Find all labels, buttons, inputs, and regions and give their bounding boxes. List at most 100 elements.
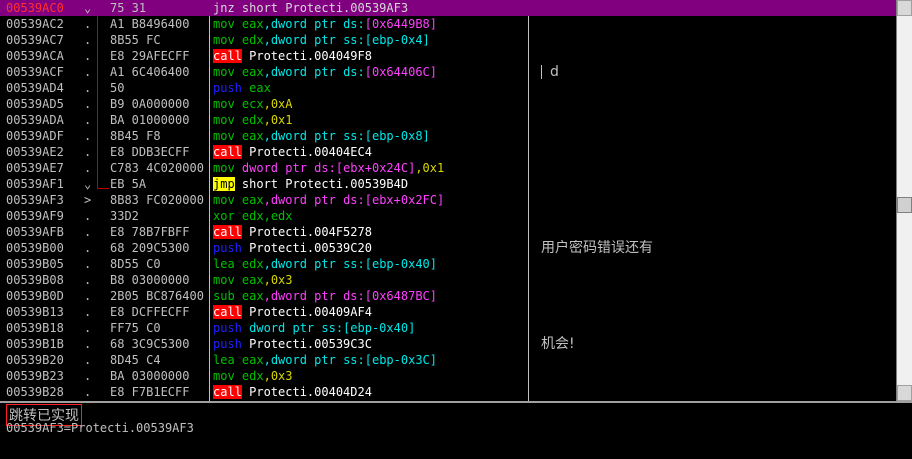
comment-cell — [541, 128, 891, 144]
jump-marker: . — [84, 369, 92, 383]
vertical-scrollbar[interactable] — [896, 0, 912, 401]
disassembly-cell: lea edx,dword ptr ss:[ebp-0x40] — [213, 256, 527, 272]
disasm-row[interactable]: 00539AD4. 50 push eax — [0, 80, 896, 96]
disassembly-cell: mov eax,dword ptr ss:[ebp-0x8] — [213, 128, 527, 144]
disasm-row[interactable]: 00539B00. 68 209C5300 push Protecti.00539C… — [0, 240, 896, 256]
address-cell: 00539AE2 — [6, 145, 64, 159]
disasm-row[interactable]: 00539B20. 8D45 C4 lea eax,dword ptr ss:[eb… — [0, 352, 896, 368]
disassembly-cell: mov edx,0x3 — [213, 368, 527, 384]
jump-marker: . — [84, 129, 92, 143]
disasm-row[interactable]: 00539AF3 >8B83 FC020000 mov eax,dword ptr … — [0, 192, 896, 208]
hex-bytes-cell: 68 209C5300 — [110, 241, 190, 255]
address-cell: 00539AFB — [6, 225, 64, 239]
instruction-token: eax — [234, 353, 264, 367]
disassembly-cell: push Protecti.00539C20 — [213, 240, 527, 256]
instruction-token: [ebx+0x2FC] — [364, 193, 445, 207]
instruction-token: [ebp-0x3C] — [364, 353, 437, 367]
disasm-row[interactable]: 00539ACA. E8 29AFECFF call Protecti.004049… — [0, 48, 896, 64]
disasm-row[interactable]: 00539B23. BA 03000000 mov edx,0x3 — [0, 368, 896, 384]
disasm-row[interactable]: 00539ADA. BA 01000000 mov edx,0x1 — [0, 112, 896, 128]
disasm-row[interactable]: 00539B0D. 2B05 BC876400 sub eax,dword ptr … — [0, 288, 896, 304]
instruction-token: [ebp-0x4] — [364, 33, 430, 47]
instruction-token: push — [213, 337, 242, 351]
disasm-row[interactable]: 00539AC2. A1 B8496400 mov eax,dword ptr ds… — [0, 16, 896, 32]
instruction-token: xor — [213, 209, 235, 223]
instruction-token: edx — [234, 113, 264, 127]
disasm-row[interactable]: 00539AF1 ⌄ EB 5A jmp short Protecti.00539B4… — [0, 176, 896, 192]
instruction-token: eax — [241, 81, 271, 95]
instruction-token: ,0x3 — [263, 273, 293, 287]
disasm-row[interactable]: 00539ACF. A1 6C406400 mov eax,dword ptr ds… — [0, 64, 896, 80]
disasm-row[interactable]: 00539AFB. E8 78B7FBFF call Protecti.004F52… — [0, 224, 896, 240]
instruction-token: eax — [234, 129, 264, 143]
hex-bytes-cell: A1 B8496400 — [110, 17, 190, 31]
scroll-thumb[interactable] — [897, 197, 912, 213]
hex-bytes-cell: 50 — [110, 81, 125, 95]
jump-marker: ⌄ — [84, 1, 92, 15]
comment-cell: 用户密码错误还有 — [541, 240, 653, 256]
disassembly-cell: jmp short Protecti.00539B4D — [213, 176, 527, 192]
scroll-up-button[interactable] — [897, 0, 912, 16]
disassembly-cell: push dword ptr ss:[ebp-0x40] — [213, 320, 527, 336]
disassembly-cell: lea eax,dword ptr ss:[ebp-0x3C] — [213, 352, 527, 368]
comment-cell — [541, 48, 891, 64]
disasm-row[interactable]: 00539B28. E8 F7B1ECFF call Protecti.00404D… — [0, 384, 896, 400]
instruction-token: Protecti.004F5278 — [241, 225, 372, 239]
instruction-token: Protecti.00539C20 — [241, 241, 372, 255]
disasm-row[interactable]: 00539AE7. C783 4C020000 mov dword ptr ds:[… — [0, 160, 896, 176]
disassembly-pane[interactable]: 00539AC0 ⌄ 75 31 jnz short Protecti.00539AF… — [0, 0, 896, 401]
scroll-down-button[interactable] — [897, 385, 912, 401]
instruction-token: lea — [213, 353, 235, 367]
instruction-token: eax — [234, 17, 264, 31]
instruction-token: eax — [234, 193, 264, 207]
instruction-token: ,dword ptr ss: — [263, 129, 365, 143]
disasm-row[interactable]: 00539B18. FF75 C0 push dword ptr ss:[ebp-0… — [0, 320, 896, 336]
comment-cell — [541, 256, 891, 272]
instruction-token: edx — [234, 209, 264, 223]
jump-marker: . — [84, 97, 92, 111]
hex-bytes-cell: 33D2 — [110, 209, 139, 223]
info-pane: 跳转已实现 00539AF3=Protecti.00539AF3 — [0, 401, 912, 459]
address-cell: 00539B13 — [6, 305, 64, 319]
disassembly-cell: push eax — [213, 80, 527, 96]
address-cell: 00539B18 — [6, 321, 64, 335]
disasm-row[interactable]: 00539B1B. 68 3C9C5300 push Protecti.00539C… — [0, 336, 896, 352]
jump-marker: . — [84, 17, 92, 31]
disasm-row[interactable]: 00539B05. 8D55 C0 lea edx,dword ptr ss:[eb… — [0, 256, 896, 272]
instruction-token: [ebp-0x8] — [364, 129, 430, 143]
instruction-token: ,dword ptr ss: — [263, 353, 365, 367]
instruction-token: ,edx — [263, 209, 293, 223]
instruction-token: Protecti.00404EC4 — [241, 145, 372, 159]
jump-marker: . — [84, 257, 92, 271]
comment-cell — [541, 16, 891, 32]
hex-bytes-cell: C783 4C020000 — [110, 161, 204, 175]
disassembly-cell: mov eax,dword ptr ds:[0x64406C] — [213, 64, 527, 80]
hex-bytes-cell: 8D55 C0 — [110, 257, 161, 271]
disasm-row[interactable]: 00539ADF. 8B45 F8 mov eax,dword ptr ss:[eb… — [0, 128, 896, 144]
hex-bytes-cell: BA 01000000 — [110, 113, 190, 127]
disasm-row[interactable]: 00539B13. E8 DCFFECFF call Protecti.00409A… — [0, 304, 896, 320]
text-cursor — [541, 65, 542, 79]
comment-cell: 机会! — [541, 336, 575, 352]
comment-cell — [541, 272, 891, 288]
disassembly-cell: call Protecti.004049F8 — [213, 48, 527, 64]
jump-marker: . — [84, 33, 92, 47]
instruction-token: push — [213, 321, 242, 335]
instruction-token: [ebp-0x40] — [364, 257, 437, 271]
disasm-row[interactable]: 00539AD5. B9 0A000000 mov ecx,0xA — [0, 96, 896, 112]
disasm-row[interactable]: 00539AC7. 8B55 FC mov edx,dword ptr ss:[eb… — [0, 32, 896, 48]
comment-cell — [541, 224, 891, 240]
instruction-token: sub — [213, 289, 235, 303]
comment-cell — [541, 144, 891, 160]
address-cell: 00539B23 — [6, 369, 64, 383]
disasm-row[interactable]: 00539AF9. 33D2 xor edx,edx — [0, 208, 896, 224]
disasm-row[interactable]: 00539AE2. E8 DDB3ECFF call Protecti.00404E… — [0, 144, 896, 160]
disasm-row[interactable]: 00539AC0 ⌄ 75 31 jnz short Protecti.00539AF… — [0, 0, 896, 16]
hex-bytes-cell: EB 5A — [110, 177, 147, 191]
instruction-token: mov — [213, 65, 235, 79]
disasm-row[interactable]: 00539B08. B8 03000000 mov eax,0x3 — [0, 272, 896, 288]
jump-marker: . — [84, 305, 92, 319]
instruction-token: mov — [213, 17, 235, 31]
jump-marker: ⌄ — [84, 177, 92, 191]
jump-marker: > — [84, 193, 92, 207]
